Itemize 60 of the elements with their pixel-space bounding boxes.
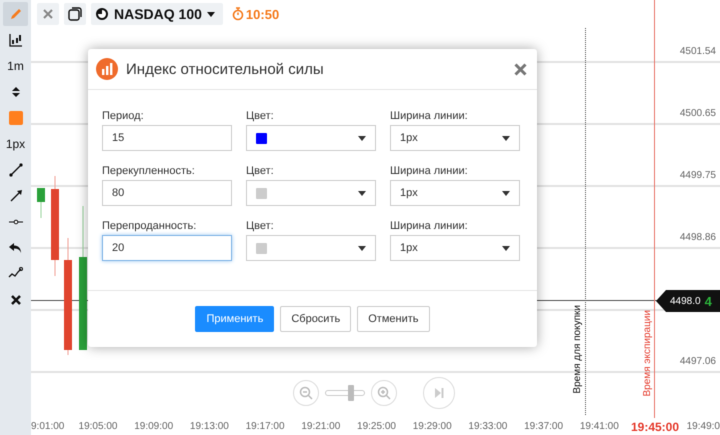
caret-icon — [358, 136, 366, 140]
field-label: Ширина линии: — [390, 110, 469, 122]
field-label: Ширина линии: — [390, 220, 469, 232]
price-label: 4498.86 — [680, 232, 716, 243]
bar-chart-icon — [96, 58, 118, 80]
dialog-button[interactable]: Сбросить — [280, 306, 352, 332]
field-label: Ширина линии: — [390, 165, 469, 177]
current-price-tag: 4498.0 4 — [656, 290, 720, 312]
caret-icon — [358, 190, 366, 196]
toolbar-label[interactable]: 1m — [3, 54, 28, 78]
price-label: 4500.65 — [680, 108, 716, 119]
close-icon[interactable] — [514, 62, 527, 76]
copy-icon[interactable] — [64, 3, 86, 25]
color-dropdown[interactable] — [246, 235, 376, 261]
candle — [37, 188, 45, 218]
time-label: 19:29:00 — [412, 421, 452, 432]
close-icon[interactable] — [37, 3, 59, 25]
caret-icon — [502, 190, 510, 196]
field-label: Цвет: — [246, 165, 275, 177]
number-input[interactable]: 20 — [102, 235, 232, 261]
caret-icon — [358, 246, 366, 250]
field-label: Период: — [102, 110, 145, 122]
buy-time-label: Время для покупки — [572, 305, 583, 394]
time-label: 19:41:00 — [580, 421, 619, 432]
time-label: 19:17:00 — [246, 421, 285, 432]
stopwatch-icon — [232, 7, 244, 21]
time-label: 19:05:00 — [78, 421, 118, 432]
line-width-dropdown[interactable]: 1px — [390, 235, 520, 261]
price-label: 4501.54 — [680, 46, 716, 57]
dialog-title: Индекс относительной силы — [126, 60, 325, 78]
caret-icon — [502, 136, 510, 140]
line-width-dropdown[interactable]: 1px — [390, 125, 520, 151]
caret-icon — [206, 12, 215, 16]
time-label: 19:37:00 — [524, 421, 564, 432]
number-input[interactable]: 15 — [102, 125, 232, 151]
caret-icon — [502, 246, 510, 250]
price-label: 4497.06 — [680, 356, 716, 367]
color-dropdown[interactable] — [246, 125, 376, 151]
field-label: Цвет: — [246, 220, 275, 232]
price-label: 4499.75 — [680, 170, 716, 181]
pie-icon — [95, 7, 109, 21]
time-label: 19:13:00 — [190, 421, 229, 432]
line-width-dropdown[interactable]: 1px — [390, 180, 520, 206]
time-label: 19:33:00 — [468, 421, 508, 432]
time-label: 19:25:00 — [357, 421, 396, 432]
toolbar-label[interactable]: 1px — [3, 132, 28, 156]
time-label: 19:21:00 — [301, 421, 340, 432]
field-label: Перепроданность: — [102, 220, 198, 232]
dialog-button[interactable]: Отменить — [357, 306, 430, 332]
field-label: Цвет: — [246, 110, 275, 122]
field-label: Перекупленность: — [102, 165, 196, 177]
time-label: 19:45:00 — [630, 420, 680, 434]
time-label: 19:49:0 — [686, 421, 720, 432]
expiry-label: Время экспирации — [642, 310, 653, 396]
color-dropdown[interactable] — [246, 180, 376, 206]
number-input[interactable]: 80 — [102, 180, 232, 206]
asset-selector[interactable]: NASDAQ 100 — [91, 3, 223, 25]
time-label: 9:01:00 — [31, 421, 64, 432]
time-label: 19:09:00 — [134, 421, 174, 432]
expiry-timer: 10:50 — [232, 6, 280, 22]
